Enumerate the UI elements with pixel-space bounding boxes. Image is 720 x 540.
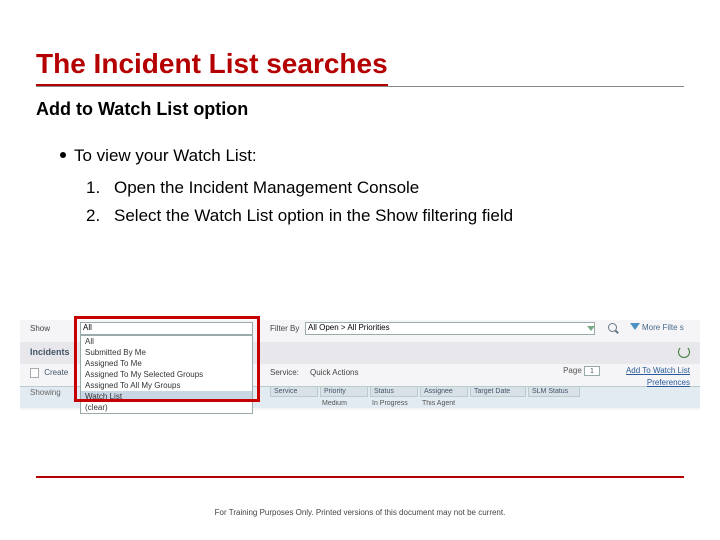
dropdown-item[interactable]: Submitted By Me bbox=[81, 347, 252, 358]
table-header[interactable]: Assignee bbox=[420, 386, 468, 397]
title-divider bbox=[36, 86, 684, 87]
show-label: Show bbox=[30, 324, 50, 333]
footer-text: For Training Purposes Only. Printed vers… bbox=[0, 508, 720, 517]
page-indicator: Page 1 bbox=[563, 366, 600, 376]
dropdown-item-clear[interactable]: (clear) bbox=[81, 402, 252, 413]
filter-icon[interactable] bbox=[630, 323, 640, 330]
step-2: Select the Watch List option in the Show… bbox=[114, 202, 513, 230]
dropdown-item[interactable]: All bbox=[81, 336, 252, 347]
table-header[interactable]: SLM Status bbox=[528, 386, 580, 397]
refresh-icon[interactable] bbox=[678, 346, 690, 358]
add-to-watch-list-link[interactable]: Add To Watch List bbox=[626, 366, 690, 375]
document-icon bbox=[30, 368, 39, 378]
table-cell: Medium bbox=[320, 400, 368, 407]
dropdown-item-watch-list[interactable]: Watch List bbox=[81, 391, 252, 402]
table-header[interactable]: Target Date bbox=[470, 386, 526, 397]
step-1: Open the Incident Management Console bbox=[114, 174, 419, 202]
table-cell: This Agent bbox=[420, 400, 468, 407]
show-dropdown-menu[interactable]: All Submitted By Me Assigned To Me Assig… bbox=[80, 335, 253, 414]
slide-subtitle: Add to Watch List option bbox=[36, 99, 720, 120]
quick-actions-label[interactable]: Quick Actions bbox=[310, 368, 358, 377]
table-row[interactable]: Medium In Progress This Agent bbox=[270, 400, 568, 407]
table-cell bbox=[470, 400, 518, 407]
bullet-text: To view your Watch List: bbox=[74, 142, 257, 170]
bullet-icon bbox=[60, 152, 66, 158]
embedded-screenshot: Show All All Submitted By Me Assigned To… bbox=[20, 320, 700, 410]
step-number-2: 2. bbox=[86, 202, 106, 230]
table-cell bbox=[270, 400, 318, 407]
showing-count-label: Showing bbox=[30, 388, 61, 397]
table-header[interactable]: Priority bbox=[320, 386, 368, 397]
table-header[interactable]: Status bbox=[370, 386, 418, 397]
filter-by-dropdown[interactable]: All Open > All Priorities bbox=[305, 322, 595, 335]
preferences-link[interactable]: Preferences bbox=[647, 378, 690, 387]
incidents-heading: Incidents bbox=[30, 347, 70, 357]
more-filters-link[interactable]: More Filte s bbox=[642, 323, 684, 332]
table-cell bbox=[520, 400, 568, 407]
slide-title: The Incident List searches bbox=[36, 48, 388, 86]
step-number-1: 1. bbox=[86, 174, 106, 202]
dropdown-item[interactable]: Assigned To My Selected Groups bbox=[81, 369, 252, 380]
dropdown-item[interactable]: Assigned To All My Groups bbox=[81, 380, 252, 391]
table-header[interactable]: Service bbox=[270, 386, 318, 397]
dropdown-item[interactable]: Assigned To Me bbox=[81, 358, 252, 369]
filter-by-label: Filter By bbox=[270, 324, 299, 333]
create-label-text: Create bbox=[44, 368, 68, 377]
service-label: Service: bbox=[270, 368, 299, 377]
show-dropdown[interactable]: All bbox=[80, 322, 253, 335]
page-label-text: Page bbox=[563, 366, 582, 375]
chevron-down-icon[interactable] bbox=[587, 326, 595, 331]
search-icon[interactable] bbox=[608, 323, 619, 334]
create-button[interactable]: Create bbox=[30, 368, 68, 378]
footer-divider bbox=[36, 476, 684, 478]
table-column-headers: Service Priority Status Assignee Target … bbox=[270, 386, 580, 397]
table-cell: In Progress bbox=[370, 400, 418, 407]
body-content: To view your Watch List: 1. Open the Inc… bbox=[60, 142, 684, 230]
page-number-input[interactable]: 1 bbox=[584, 366, 600, 376]
